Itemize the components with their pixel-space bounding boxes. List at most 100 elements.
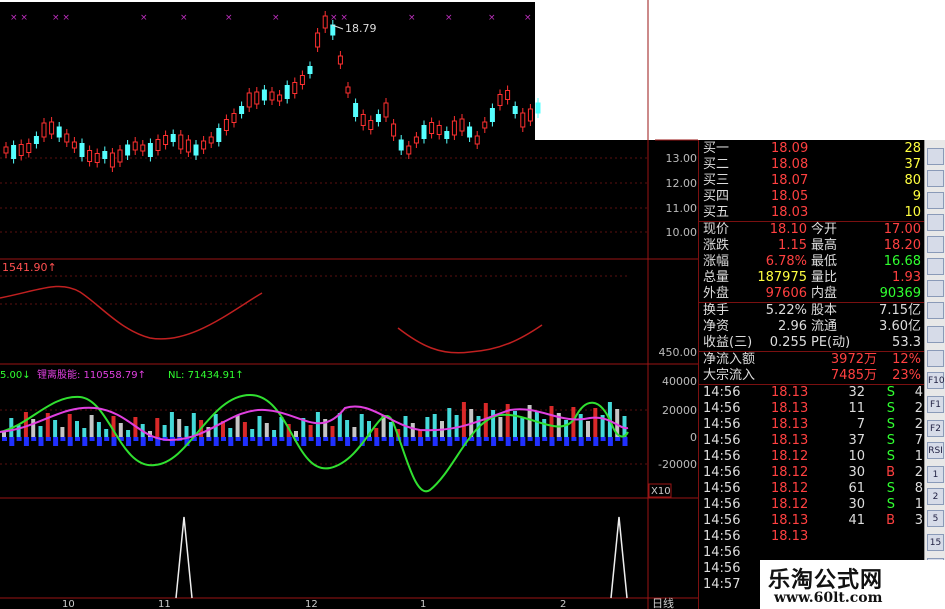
oscillator-neg-bar [53,437,59,446]
oscillator-neg-bar [75,437,80,441]
svg-text:20000: 20000 [662,404,697,417]
oscillator-bar [126,430,131,437]
flow-row: 净流入额 3972万 12% [699,352,925,368]
stat-label: 涨跌 [703,238,730,253]
oscillator-neg-bar [454,437,460,441]
indicator1-tick: 450.00 [659,346,698,359]
oscillator-bar [264,423,269,437]
svg-text:40000: 40000 [662,375,697,388]
tick-price: 18.12 [771,449,809,464]
fund-label: PE(动) [811,335,851,350]
candle [125,144,131,156]
oscillator-bar [520,418,525,437]
oscillator-neg-bar [315,437,321,446]
fund-value: 0.255 [769,335,807,350]
oscillator-neg-bar [45,437,51,441]
oscillator-bar [345,420,350,437]
oscillator-bar [82,428,87,437]
oscillator-neg-bar [556,437,562,441]
oscillator-bar [549,406,554,437]
oscillator-neg-bar [564,437,570,446]
oscillator-bar [53,420,58,437]
tick-row: 14:56 18.13 7 S 2 [699,417,925,433]
toolbar-icon[interactable] [927,170,944,187]
toolbar-button[interactable]: 5 [927,510,944,527]
candle [497,94,503,106]
toolbar-icon[interactable] [927,350,944,367]
oscillator-bar [578,414,583,437]
stat-value: 6.78% [765,254,807,269]
oscillator-neg-bar [410,437,416,441]
toolbar-icon[interactable] [927,148,944,165]
oscillator-bar [425,417,430,437]
stat-value: 1.15 [778,238,807,253]
tick-count: 2 [914,401,923,416]
svg-text:锂离股能: 110558.79↑: 锂离股能: 110558.79↑ [37,368,146,381]
oscillator-neg-bar [615,437,621,441]
bid-row: 买五 18.03 10 [699,205,925,221]
toolbar-icon[interactable] [927,236,944,253]
svg-text:×: × [272,13,280,23]
candle [277,94,283,102]
stat-label: 内盘 [811,286,838,301]
toolbar-icon[interactable] [927,214,944,231]
toolbar-icon[interactable] [927,326,944,343]
oscillator-bar [432,414,437,437]
toolbar-button[interactable]: F10 [927,372,945,389]
toolbar-icon[interactable] [927,280,944,297]
toolbar-button[interactable]: 2 [927,488,944,505]
toolbar-icon[interactable] [927,302,944,319]
tick-time: 14:56 [703,513,741,528]
indicator1-line-left [0,285,263,340]
toolbar-button[interactable]: 15 [927,534,944,551]
oscillator-bar [75,421,79,437]
candle [3,146,9,154]
oscillator-neg-bar [38,437,44,446]
oscillator-neg-bar [279,437,285,441]
x10-button[interactable]: X10 [651,486,671,497]
oscillator-neg-bar [89,437,95,441]
bid-price: 18.05 [771,189,809,204]
svg-text:5.00↓: 5.00↓ [0,370,31,381]
tick-price: 18.13 [771,529,809,544]
oscillator-bar [272,430,277,437]
toolbar-button[interactable]: 1 [927,466,944,483]
oscillator-bar [352,427,357,437]
stat-value: 17.00 [883,222,921,237]
tick-time: 14:56 [703,545,741,560]
signal-spike-1 [175,516,193,599]
high-label: 18.79 [345,22,377,35]
toolbar-button[interactable]: F1 [927,396,944,413]
toolbar-button[interactable]: RSI [927,442,944,459]
toolbar-icon[interactable] [927,258,944,275]
period-label[interactable]: 日线 [652,596,674,609]
bid-volume: 80 [904,173,921,188]
tick-price: 18.13 [771,385,809,400]
stat-label: 现价 [703,222,730,237]
bid-price: 18.03 [771,205,809,220]
oscillator-neg-bar [534,437,540,446]
oscillator-axis: 40000 20000 0 -20000 [658,375,697,471]
oscillator-bar [294,431,298,437]
chart-canvas[interactable]: × × × × × × × × × × × × × × 18.79 13.00 12.00 1… [0,0,700,609]
oscillator-neg-bar [403,437,409,446]
candle [375,114,381,122]
candle [459,118,465,132]
oscillator-bar [67,414,72,437]
oscillator-neg-bar [82,437,88,446]
candle [284,85,290,99]
bid-label: 买五 [703,205,730,220]
toolbar-button[interactable]: F2 [927,420,944,437]
oscillator-neg-bar [111,437,117,446]
tick-side: B [886,513,895,528]
tick-price: 18.13 [771,433,809,448]
oscillator-bar [228,428,233,437]
toolbar-icon[interactable] [927,192,944,209]
oscillator-bar [118,423,123,437]
oscillator-neg-bar [498,437,504,441]
oscillator-neg-bar [235,437,241,441]
tick-side: S [886,433,895,448]
fund-label: 净资 [703,319,730,334]
svg-text:×: × [408,13,416,23]
tick-volume: 37 [848,433,865,448]
